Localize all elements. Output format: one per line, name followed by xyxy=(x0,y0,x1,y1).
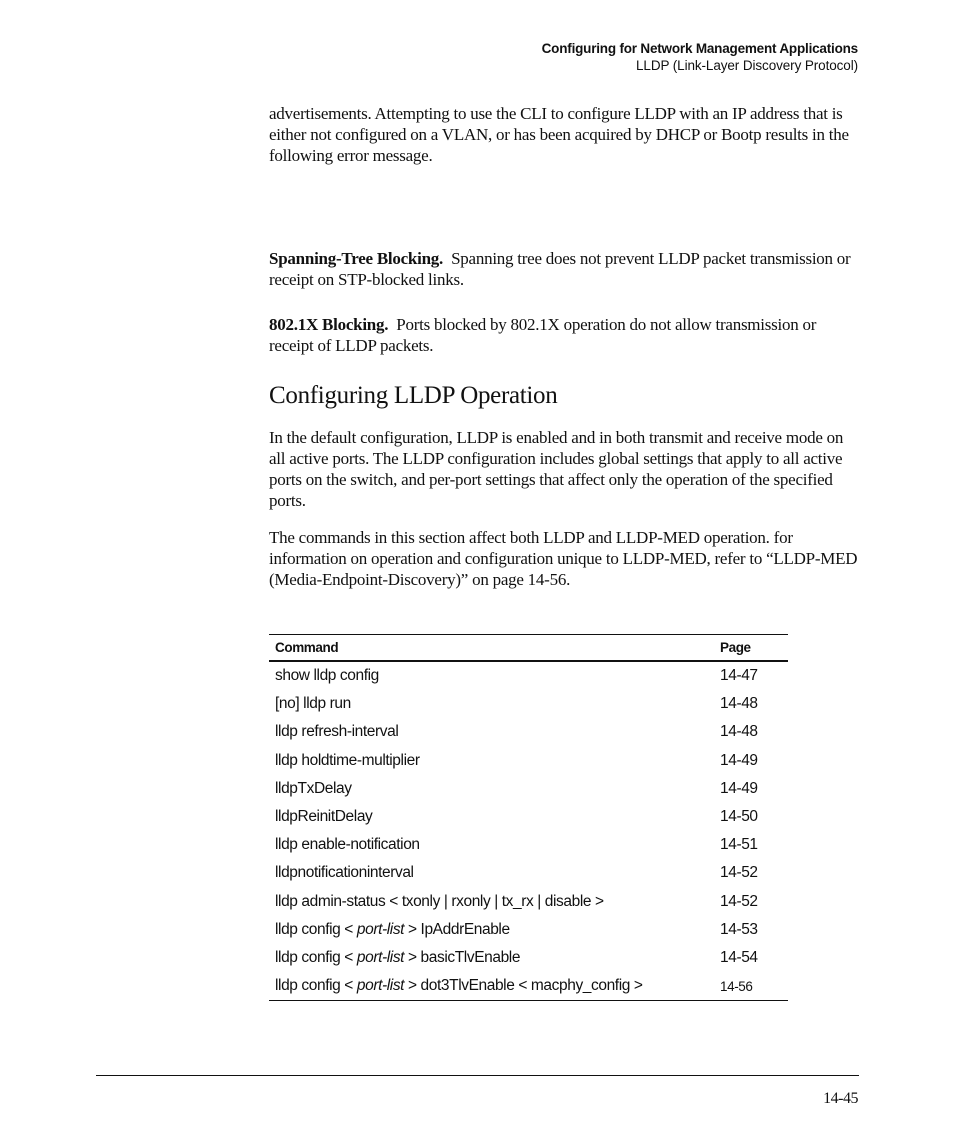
page-column-header: Page xyxy=(714,634,788,662)
command-table-row: lldpnotificationinterval 14-52 xyxy=(269,859,788,887)
command-table-body: show lldp config 14-47 [no] lldp run 14-48 l… xyxy=(269,661,788,1002)
command-text: lldp config < xyxy=(275,977,357,995)
command-table-row: lldp admin-status < txonly | rxonly | tx… xyxy=(269,888,788,916)
command-cell: lldp config < port-list > IpAddrEnable xyxy=(269,916,714,944)
command-column-header: Command xyxy=(269,634,714,662)
command-cell: lldpReinitDelay xyxy=(269,803,714,831)
command-table-row: lldp refresh-interval 14-48 xyxy=(269,718,788,746)
page-reference-cell: 14-49 xyxy=(720,751,758,769)
intro-paragraph-text: advertisements. Attempting to use the CL… xyxy=(269,104,849,165)
command-table-row: lldp config < port-list > dot3TlvEnable … xyxy=(269,972,788,1002)
page-reference-cell: 14-48 xyxy=(720,695,758,713)
command-cell: lldp config < port-list > basicTlvEnable xyxy=(269,944,714,972)
command-table-row: lldp enable-notification 14-51 xyxy=(269,831,788,859)
command-cell: lldp admin-status < txonly | rxonly | tx… xyxy=(269,888,714,916)
command-text: show lldp config xyxy=(275,667,379,685)
command-text: lldpReinitDelay xyxy=(275,808,373,826)
command-cell: [no] lldp run xyxy=(269,690,714,718)
command-table-row: show lldp config 14-47 xyxy=(269,661,788,690)
command-text: lldpTxDelay xyxy=(275,779,352,797)
running-head-chapter-title: Configuring for Network Management Appli… xyxy=(541,41,859,56)
command-table-row: lldp config < port-list > basicTlvEnable… xyxy=(269,944,788,972)
command-text: [no] lldp run xyxy=(275,695,351,713)
commands-paragraph-text: The commands in this section affect both… xyxy=(269,528,858,589)
command-cell: lldp refresh-interval xyxy=(269,718,714,746)
page-reference-cell: 14-49 xyxy=(720,779,758,797)
command-table-row: lldp holdtime-multiplier 14-49 xyxy=(269,747,788,775)
command-text: lldp holdtime-multiplier xyxy=(275,751,420,769)
page-reference-cell: 14-51 xyxy=(720,836,758,854)
command-cell: lldpTxDelay xyxy=(269,775,714,803)
command-table-header-row: Command Page xyxy=(269,634,788,662)
command-text: lldpnotificationinterval xyxy=(275,864,414,882)
section-heading: Configuring LLDP Operation xyxy=(269,382,558,409)
command-text-suffix: > IpAddrEnable xyxy=(404,920,510,938)
command-cell: lldp config < port-list > dot3TlvEnable … xyxy=(269,972,714,1002)
command-text: lldp admin-status < txonly | rxonly | tx… xyxy=(275,892,604,910)
spanning-tree-blocking-paragraph: Spanning-Tree Blocking. Spanning tree do… xyxy=(269,248,861,290)
default-configuration-paragraph: In the default configuration, LLDP is en… xyxy=(269,427,861,511)
command-text-suffix: > dot3TlvEnable < macphy_config > xyxy=(404,977,643,995)
running-head: Configuring for Network Management Appli… xyxy=(541,40,859,74)
dot1x-run-in-heading: 802.1X Blocking. xyxy=(269,315,389,334)
running-head-section-title: LLDP (Link-Layer Discovery Protocol) xyxy=(636,58,858,73)
command-cell: show lldp config xyxy=(269,661,714,690)
page-reference-cell: 14-47 xyxy=(720,667,758,685)
command-argument: port-list xyxy=(356,948,405,966)
spanning-tree-run-in-heading: Spanning-Tree Blocking. xyxy=(269,249,444,268)
page-reference-cell: 14-52 xyxy=(720,864,758,882)
command-cell: lldp enable-notification xyxy=(269,831,714,859)
commands-paragraph: The commands in this section affect both… xyxy=(269,527,861,590)
page-reference-cell: 14-54 xyxy=(720,948,758,966)
command-cell: lldp holdtime-multiplier xyxy=(269,747,714,775)
page-reference-cell: 14-53 xyxy=(720,920,758,938)
command-text: lldp config < xyxy=(275,948,357,966)
page-reference-cell: 14-50 xyxy=(720,808,758,826)
command-text: lldp enable-notification xyxy=(275,836,420,854)
page-reference-cell: 14-48 xyxy=(720,723,758,741)
command-table-row: lldpReinitDelay 14-50 xyxy=(269,803,788,831)
dot1x-blocking-paragraph: 802.1X Blocking. Ports blocked by 802.1X… xyxy=(269,314,861,356)
page-reference-cell: 14-56 xyxy=(714,972,788,1002)
command-table-row: lldp config < port-list > IpAddrEnable 14… xyxy=(269,916,788,944)
command-table-row: [no] lldp run 14-48 xyxy=(269,690,788,718)
intro-paragraph: advertisements. Attempting to use the CL… xyxy=(269,103,861,166)
command-cell: lldpnotificationinterval xyxy=(269,859,714,887)
command-table: Command Page show lldp config 14-47 [no] l… xyxy=(269,634,788,1002)
command-text-suffix: > basicTlvEnable xyxy=(404,948,521,966)
footer-rule xyxy=(96,1075,859,1076)
command-text: lldp refresh-interval xyxy=(275,723,399,741)
command-argument: port-list xyxy=(356,920,405,938)
command-table-row: lldpTxDelay 14-49 xyxy=(269,775,788,803)
page-number: 14-45 xyxy=(823,1090,858,1107)
command-argument: port-list xyxy=(356,977,405,995)
page-reference-cell: 14-52 xyxy=(720,892,758,910)
command-text: lldp config < xyxy=(275,920,357,938)
default-configuration-text: In the default configuration, LLDP is en… xyxy=(269,428,844,510)
